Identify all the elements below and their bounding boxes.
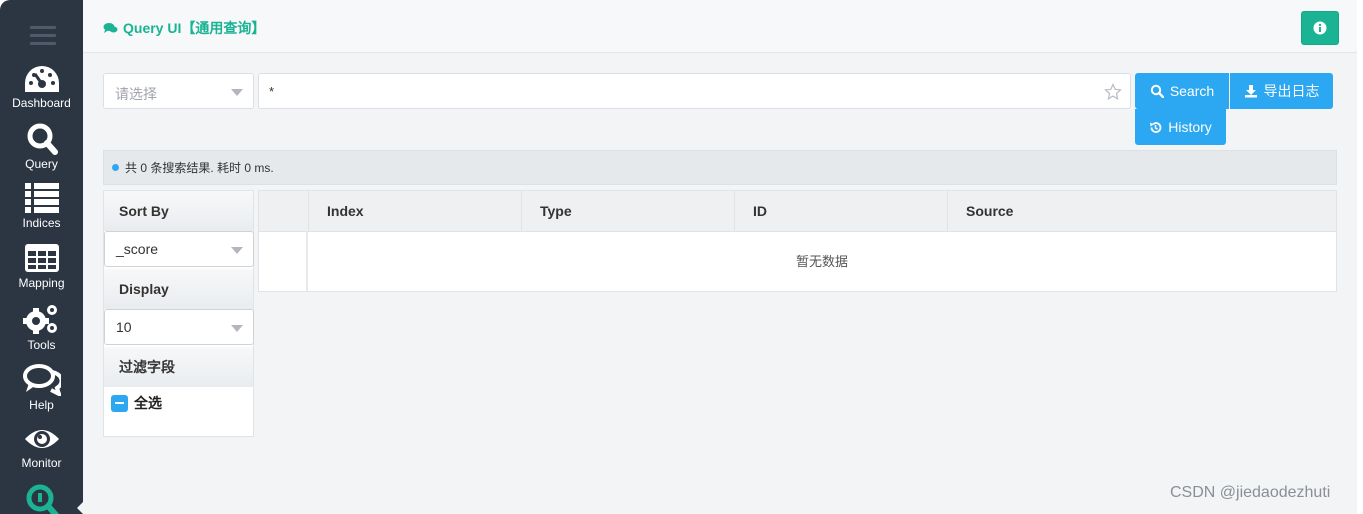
status-dot-icon bbox=[112, 164, 119, 171]
sidebar-item-label: Query bbox=[25, 157, 58, 171]
sort-by-heading: Sort By bbox=[104, 191, 253, 231]
empty-state-text: 暂无数据 bbox=[795, 254, 848, 269]
list-icon bbox=[24, 183, 59, 213]
sidebar-item-active-query[interactable] bbox=[0, 484, 83, 514]
column-header-index[interactable]: Index bbox=[308, 191, 521, 232]
sidebar-item-label: Monitor bbox=[21, 456, 62, 470]
search-icon bbox=[1150, 84, 1164, 98]
sidebar-item-help[interactable]: Help bbox=[0, 362, 83, 422]
eye-icon bbox=[24, 430, 59, 448]
download-icon bbox=[1244, 85, 1257, 98]
display-select[interactable]: 10 bbox=[104, 309, 254, 345]
sidebar-item-query[interactable]: Query bbox=[0, 123, 83, 183]
result-summary-text: 共 0 条搜索结果. 耗时 0 ms. bbox=[125, 161, 274, 175]
sidebar-item-label: Help bbox=[29, 398, 54, 412]
display-value: 10 bbox=[116, 319, 132, 335]
display-heading: Display bbox=[104, 269, 253, 309]
query-input-value: * bbox=[269, 84, 275, 99]
chevron-down-icon bbox=[231, 247, 243, 254]
sidebar-item-dashboard[interactable]: Dashboard bbox=[0, 64, 83, 124]
hamburger-menu-icon[interactable] bbox=[30, 26, 56, 46]
sidebar-item-mapping[interactable]: Mapping bbox=[0, 242, 83, 302]
sort-by-select[interactable]: _score bbox=[104, 231, 254, 267]
sort-by-value: _score bbox=[116, 241, 159, 257]
options-panel: Sort By _score Display 10 过滤字段 全选 bbox=[103, 190, 254, 437]
sidebar-item-label: Indices bbox=[22, 216, 61, 230]
star-icon[interactable] bbox=[1104, 83, 1122, 101]
index-select[interactable]: 请选择 bbox=[103, 73, 254, 109]
export-log-button[interactable]: 导出日志 bbox=[1230, 73, 1333, 109]
history-button-label: History bbox=[1168, 119, 1212, 135]
magnifier-active-icon bbox=[26, 484, 59, 514]
export-log-button-label: 导出日志 bbox=[1263, 83, 1320, 99]
main-content: Query UI【通用查询】 请选择 * Search 导出日志 History… bbox=[83, 0, 1357, 514]
column-header-id[interactable]: ID bbox=[734, 191, 947, 232]
filter-fields-heading: 过滤字段 bbox=[104, 347, 253, 387]
result-summary-bar: 共 0 条搜索结果. 耗时 0 ms. bbox=[103, 150, 1337, 185]
info-button[interactable] bbox=[1301, 11, 1339, 45]
chevron-down-icon bbox=[231, 89, 243, 96]
search-button[interactable]: Search bbox=[1135, 73, 1229, 109]
select-all-checkbox[interactable]: 全选 bbox=[111, 393, 162, 413]
app-window: Dashboard Query Indices Mapping Tools He… bbox=[0, 0, 1363, 514]
sidebar-item-label: Mapping bbox=[18, 276, 65, 290]
query-input[interactable]: * bbox=[258, 73, 1131, 109]
column-header-type[interactable]: Type bbox=[521, 191, 734, 232]
info-icon bbox=[1313, 21, 1327, 35]
header-bar: Query UI【通用查询】 bbox=[83, 0, 1357, 53]
search-button-label: Search bbox=[1169, 83, 1215, 99]
table-header: Index Type ID Source bbox=[259, 191, 1336, 232]
page-title: Query UI【通用查询】 bbox=[103, 18, 265, 38]
watermark: CSDN @jiedaodezhuti bbox=[1170, 484, 1331, 501]
history-icon bbox=[1150, 121, 1162, 133]
gears-icon bbox=[22, 305, 57, 334]
sidebar-item-indices[interactable]: Indices bbox=[0, 182, 83, 242]
comments-icon bbox=[22, 364, 61, 396]
sidebar: Dashboard Query Indices Mapping Tools He… bbox=[0, 0, 85, 514]
search-icon bbox=[27, 123, 58, 155]
page-title-text: Query UI【通用查询】 bbox=[123, 20, 266, 36]
history-button[interactable]: History bbox=[1135, 109, 1226, 145]
dashboard-icon bbox=[24, 66, 59, 92]
table-icon bbox=[24, 244, 59, 272]
column-header-source[interactable]: Source bbox=[947, 191, 1336, 232]
select-all-label: 全选 bbox=[134, 395, 162, 411]
sidebar-item-monitor[interactable]: Monitor bbox=[0, 424, 83, 484]
results-table: Index Type ID Source 暂无数据 bbox=[258, 190, 1337, 292]
window-edge bbox=[1357, 0, 1363, 514]
sidebar-item-label: Dashboard bbox=[12, 96, 71, 110]
sidebar-item-label: Tools bbox=[27, 338, 56, 352]
index-select-placeholder: 请选择 bbox=[115, 86, 157, 102]
chevron-down-icon bbox=[231, 325, 243, 332]
sidebar-item-tools[interactable]: Tools bbox=[0, 302, 83, 362]
comments-icon bbox=[103, 23, 118, 33]
row-gutter bbox=[259, 232, 308, 291]
checkbox-indeterminate-icon bbox=[111, 394, 128, 412]
